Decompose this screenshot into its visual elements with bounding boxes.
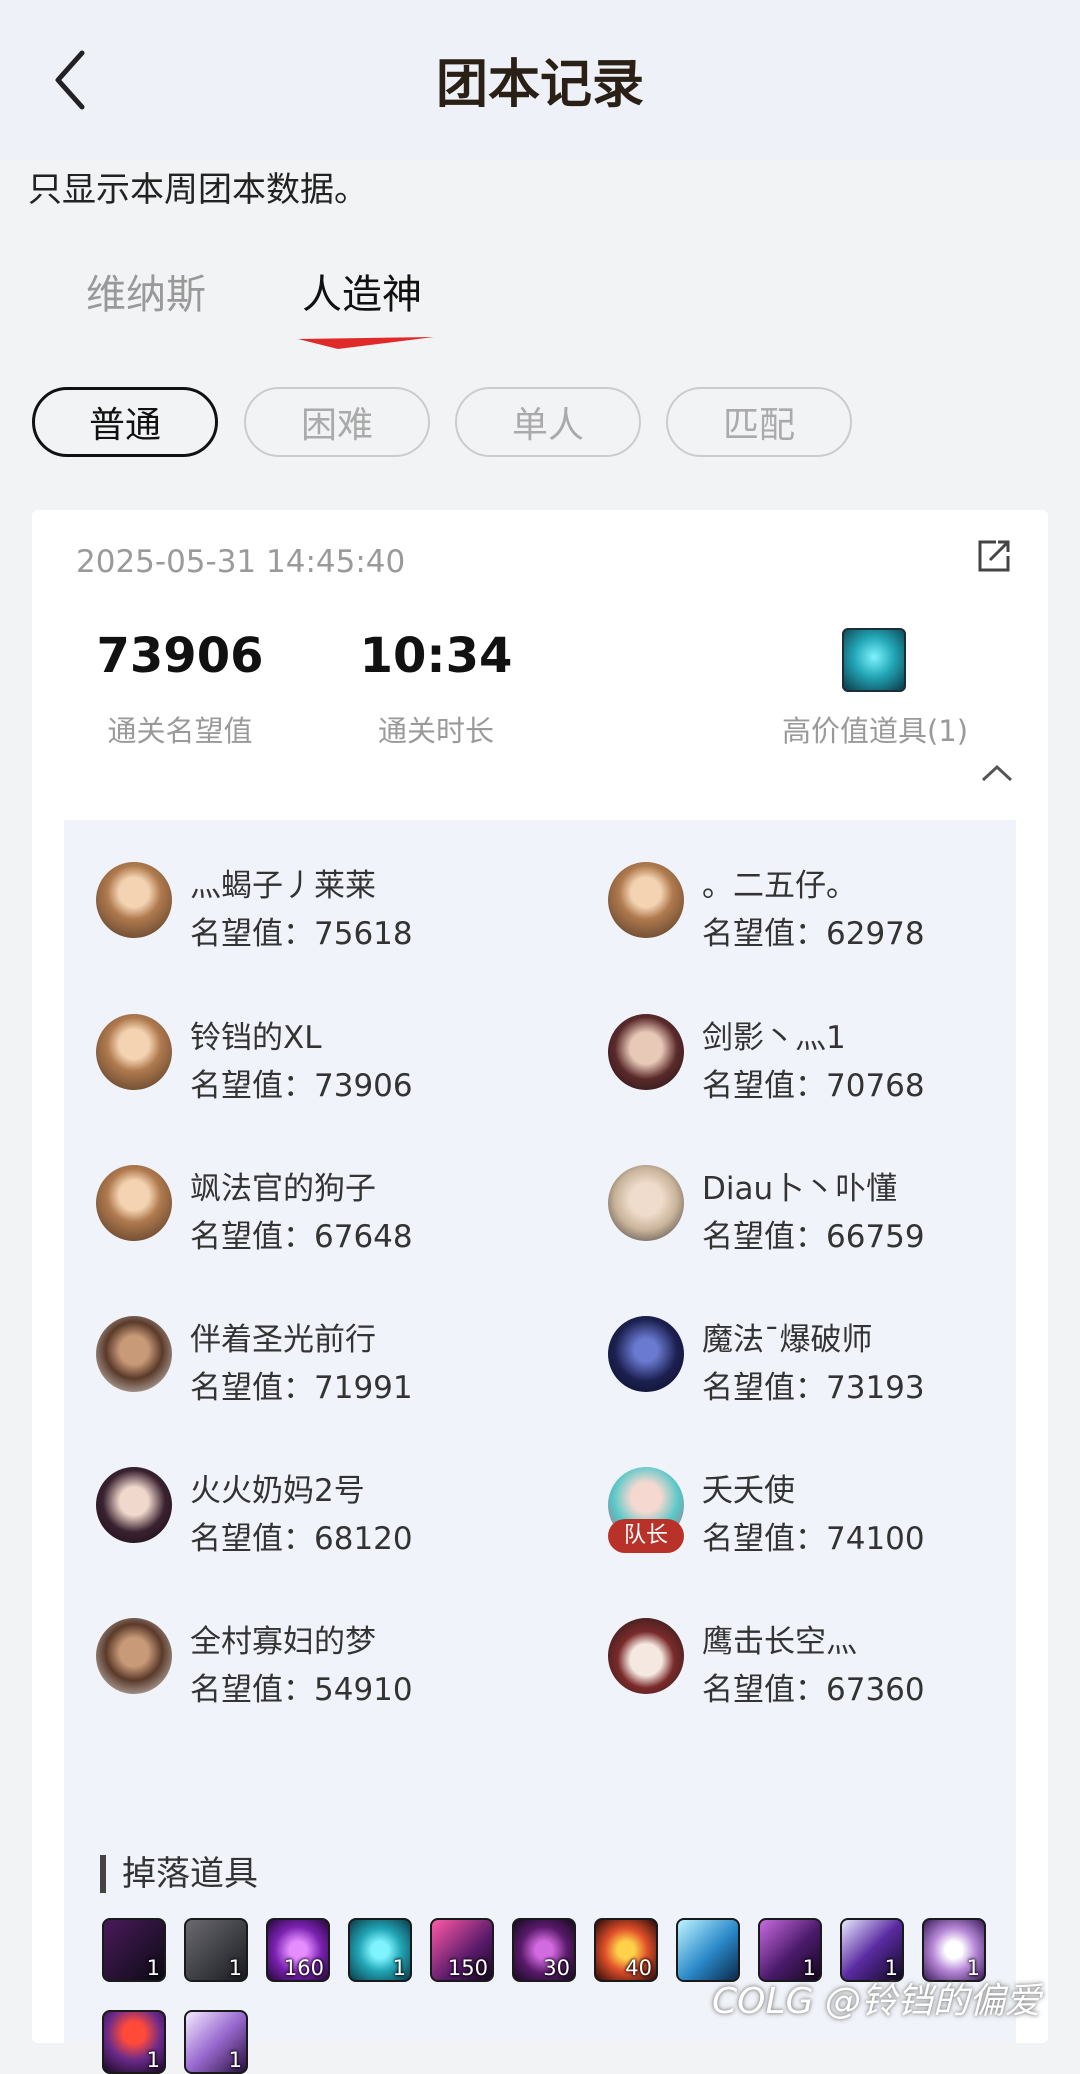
drop-item[interactable]: 1	[348, 1918, 412, 1982]
member-card[interactable]: Diau卜丶卟懂 名望值：66759	[608, 1147, 1028, 1257]
member-card[interactable]: 伴着圣光前行 名望值：71991	[96, 1298, 516, 1408]
member-card[interactable]: 剑影丶灬1 名望值：70768	[608, 996, 1028, 1106]
member-reputation: 名望值：66759	[702, 1219, 925, 1255]
member-reputation: 名望值：73906	[190, 1068, 413, 1104]
drop-item[interactable]: 1	[184, 1918, 248, 1982]
item-quantity: 30	[543, 1956, 570, 1980]
member-card[interactable]: 鹰击长空灬 名望值：67360	[608, 1600, 1028, 1710]
item-quantity: 1	[228, 1956, 242, 1980]
party-panel: 灬蝎子丿莱莱 名望值：75618 。二五仔。 名望值：62978 铃铛的XL 名…	[64, 820, 1016, 2074]
item-quantity: 160	[283, 1956, 324, 1980]
item-quantity: 1	[146, 1956, 160, 1980]
high-value-items-label: 高价值道具(1)	[781, 714, 969, 748]
clear-time-value: 10:34	[359, 628, 513, 684]
member-name: 飒法官的狗子	[190, 1171, 376, 1207]
clear-time-label: 通关时长	[377, 714, 494, 748]
avatar	[608, 1014, 684, 1090]
member-card[interactable]: 火火奶妈2号 名望值：68120	[96, 1449, 516, 1559]
leader-badge: 队长	[608, 1519, 684, 1553]
member-name: 鹰击长空灬	[702, 1624, 857, 1660]
drop-item[interactable]: 150	[430, 1918, 494, 1982]
member-reputation: 名望值：70768	[702, 1068, 925, 1104]
member-reputation: 名望值：74100	[702, 1521, 925, 1557]
active-tab-underline	[298, 337, 434, 349]
raid-record-card: 2025-05-31 14:45:40 73906 通关名望值 10:34 通关…	[32, 510, 1048, 2074]
member-reputation: 名望值：68120	[190, 1521, 413, 1557]
avatar	[608, 1165, 684, 1241]
member-reputation: 名望值：54910	[190, 1672, 413, 1708]
avatar	[96, 1316, 172, 1392]
member-name: 铃铛的XL	[190, 1020, 322, 1056]
drops-section-title: 掉落道具	[100, 1855, 258, 1893]
member-card[interactable]: 铃铛的XL 名望值：73906	[96, 996, 516, 1106]
member-card[interactable]: 队长 夭夭使 名望值：74100	[608, 1449, 1028, 1559]
item-quantity: 1	[228, 2048, 242, 2072]
member-card[interactable]: 飒法官的狗子 名望值：67648	[96, 1147, 516, 1257]
member-name: Diau卜丶卟懂	[702, 1171, 898, 1207]
member-reputation: 名望值：75618	[190, 916, 413, 952]
item-quantity: 1	[392, 1956, 406, 1980]
drop-item[interactable]: 1	[102, 1918, 166, 1982]
avatar	[96, 1014, 172, 1090]
watermark: COLG @铃铛的偏爱	[712, 1981, 1041, 2022]
member-name: 全村寡妇的梦	[190, 1624, 376, 1660]
tab-artificial-god[interactable]: 人造神	[302, 262, 422, 320]
member-name: 火火奶妈2号	[190, 1473, 365, 1509]
filter-solo[interactable]: 单人	[455, 387, 641, 457]
filter-hard[interactable]: 困难	[244, 387, 430, 457]
member-card[interactable]: 灬蝎子丿莱莱 名望值：75618	[96, 844, 516, 954]
avatar	[96, 1467, 172, 1543]
chevron-up-icon[interactable]	[980, 762, 1014, 784]
drop-item[interactable]: 40	[594, 1918, 658, 1982]
member-name: 伴着圣光前行	[190, 1322, 376, 1358]
avatar	[96, 1618, 172, 1694]
avatar	[96, 862, 172, 938]
high-value-item-icon[interactable]	[842, 628, 906, 692]
avatar	[608, 862, 684, 938]
member-reputation: 名望值：73193	[702, 1370, 925, 1406]
record-datetime: 2025-05-31 14:45:40	[76, 544, 406, 580]
member-name: 灬蝎子丿莱莱	[190, 868, 376, 904]
item-quantity: 150	[447, 1956, 488, 1980]
drop-item[interactable]: 1	[184, 2010, 248, 2074]
top-bar: 团本记录	[0, 0, 1080, 160]
member-name: 剑影丶灬1	[702, 1020, 846, 1056]
filter-match[interactable]: 匹配	[666, 387, 852, 457]
drop-item[interactable]: 1	[102, 2010, 166, 2074]
avatar	[96, 1165, 172, 1241]
avatar	[608, 1316, 684, 1392]
avatar	[608, 1618, 684, 1694]
member-reputation: 名望值：67648	[190, 1219, 413, 1255]
item-quantity: 40	[625, 1956, 652, 1980]
item-quantity: 1	[146, 2048, 160, 2072]
member-card[interactable]: 全村寡妇的梦 名望值：54910	[96, 1600, 516, 1710]
week-notice: 只显示本周团本数据。	[28, 170, 368, 210]
clear-reputation-label: 通关名望值	[107, 714, 253, 748]
member-card[interactable]: 。二五仔。 名望值：62978	[608, 844, 1028, 954]
filter-normal[interactable]: 普通	[32, 387, 218, 457]
drop-item[interactable]: 160	[266, 1918, 330, 1982]
tab-venus[interactable]: 维纳斯	[86, 262, 206, 320]
drop-item[interactable]: 30	[512, 1918, 576, 1982]
member-name: 魔法ˉ爆破师	[702, 1322, 873, 1358]
page-title: 团本记录	[435, 55, 644, 115]
member-reputation: 名望值：67360	[702, 1672, 925, 1708]
member-card[interactable]: 魔法ˉ爆破师 名望值：73193	[608, 1298, 1028, 1408]
member-reputation: 名望值：71991	[190, 1370, 413, 1406]
share-icon[interactable]	[974, 536, 1014, 576]
clear-reputation-value: 73906	[96, 628, 264, 684]
member-name: 夭夭使	[702, 1473, 795, 1509]
member-reputation: 名望值：62978	[702, 916, 925, 952]
member-name: 。二五仔。	[702, 868, 857, 904]
